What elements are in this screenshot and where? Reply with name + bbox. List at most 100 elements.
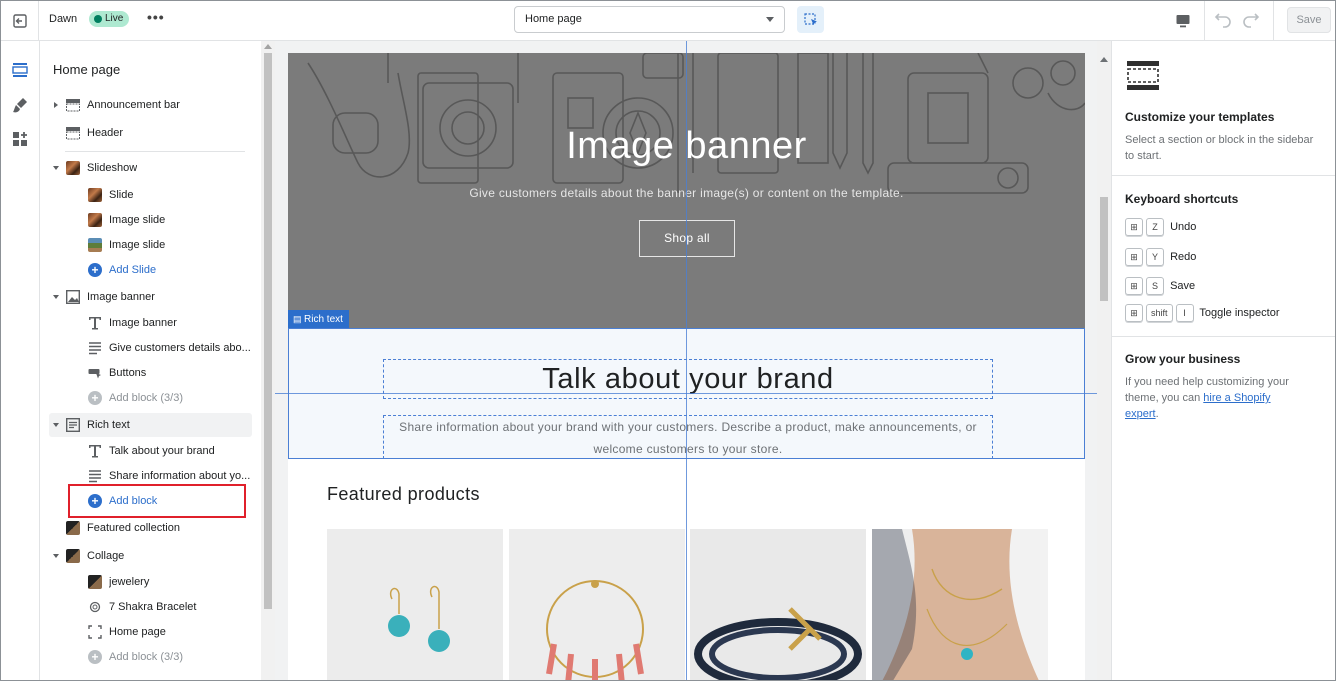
product-card[interactable] bbox=[509, 529, 685, 680]
windows-key-icon: ⊞ bbox=[1125, 277, 1143, 296]
toolbar-divider bbox=[1273, 1, 1274, 41]
redo-button[interactable] bbox=[1241, 9, 1263, 31]
sidebar-block-image-slide[interactable]: Image slide bbox=[49, 208, 252, 232]
theme-settings-tab[interactable] bbox=[6, 91, 34, 119]
product-card[interactable] bbox=[690, 529, 866, 680]
product-image-anchor-bracelet bbox=[690, 529, 866, 680]
horizontal-guide-line bbox=[275, 393, 1111, 394]
desktop-icon bbox=[1176, 15, 1190, 28]
sidebar-section-rich-text[interactable]: Rich text bbox=[49, 413, 252, 437]
sidebar-section-image-banner[interactable]: Image banner bbox=[49, 285, 252, 309]
save-button[interactable]: Save bbox=[1287, 7, 1331, 33]
apps-icon bbox=[13, 132, 27, 146]
page-selector[interactable]: Home page bbox=[514, 6, 785, 33]
sidebar-scrollbar[interactable] bbox=[261, 41, 275, 680]
undo-button[interactable] bbox=[1213, 9, 1235, 31]
section-tag-rich-text[interactable]: ▤ Rich text bbox=[288, 310, 349, 328]
sidebar-block-page[interactable]: Home page bbox=[49, 620, 252, 644]
shortcut-label: Toggle inspector bbox=[1199, 307, 1280, 319]
desktop-view-button[interactable] bbox=[1169, 9, 1197, 33]
add-slide-button[interactable]: + Add Slide bbox=[49, 258, 252, 282]
sidebar-item-label: 7 Shakra Bracelet bbox=[109, 601, 197, 613]
key-cap: Y bbox=[1146, 248, 1164, 267]
text-icon bbox=[89, 317, 101, 330]
sidebar-title: Home page bbox=[53, 62, 121, 77]
paragraph-icon bbox=[89, 342, 101, 355]
right-panel: Customize your templates Select a sectio… bbox=[1111, 41, 1335, 680]
sidebar-item-label: Add Slide bbox=[109, 264, 157, 276]
top-bar: Dawn Live ••• Home page Save bbox=[1, 1, 1335, 41]
add-block-button-disabled[interactable]: + Add block (3/3) bbox=[49, 645, 252, 669]
sidebar-divider bbox=[65, 151, 245, 152]
sidebar-item-label: Image banner bbox=[87, 291, 155, 303]
rich-text-icon: ▤ bbox=[293, 314, 305, 324]
scrollbar-thumb[interactable] bbox=[264, 53, 272, 609]
grow-text-after: . bbox=[1155, 408, 1159, 420]
customize-text: Select a section or block in the sidebar… bbox=[1125, 134, 1314, 162]
sidebar-block-heading[interactable]: Image banner bbox=[49, 311, 252, 335]
chevron-down-icon[interactable] bbox=[53, 423, 59, 427]
product-card[interactable] bbox=[327, 529, 503, 680]
sidebar-item-label: Rich text bbox=[87, 419, 130, 431]
sidebar-section-featured-collection[interactable]: Featured collection bbox=[49, 516, 252, 540]
sidebar-item-label: Collage bbox=[87, 550, 125, 562]
inspector-toggle-button[interactable] bbox=[797, 6, 824, 33]
sections-tab[interactable] bbox=[6, 56, 34, 84]
chevron-down-icon[interactable] bbox=[53, 554, 59, 558]
add-block-button-disabled[interactable]: + Add block (3/3) bbox=[49, 386, 252, 410]
sidebar-section-announcement-bar[interactable]: Announcement bar bbox=[49, 93, 252, 117]
exit-icon bbox=[12, 14, 27, 28]
scrollbar-thumb[interactable] bbox=[1100, 197, 1108, 301]
center-guide-line bbox=[686, 41, 687, 680]
exit-editor-button[interactable] bbox=[1, 1, 39, 41]
product-card[interactable] bbox=[872, 529, 1048, 680]
sidebar-block-collection[interactable]: jewelery bbox=[49, 570, 252, 594]
sidebar-item-label: Give customers details abo... bbox=[109, 342, 251, 354]
layout-top-icon bbox=[66, 127, 80, 140]
product-image-necklace bbox=[872, 529, 1048, 680]
theme-name: Dawn bbox=[49, 13, 78, 25]
landscape-thumbnail bbox=[88, 238, 102, 252]
more-actions-button[interactable]: ••• bbox=[147, 9, 165, 25]
sidebar-item-label: Featured collection bbox=[87, 522, 180, 534]
product-image-earrings bbox=[327, 529, 503, 680]
rich-text-body[interactable]: Share information about your brand with … bbox=[383, 415, 993, 459]
sidebar-section-collage[interactable]: Collage bbox=[49, 544, 252, 568]
sidebar-block-heading[interactable]: Talk about your brand bbox=[49, 439, 252, 463]
template-icon bbox=[1127, 61, 1159, 90]
paragraph-icon bbox=[89, 470, 101, 483]
sidebar-block-buttons[interactable]: Buttons bbox=[49, 361, 252, 385]
preview-canvas: Image banner Give customers details abou… bbox=[275, 41, 1111, 680]
image-thumbnail bbox=[88, 188, 102, 202]
sidebar-block-slide[interactable]: Slide bbox=[49, 183, 252, 207]
plus-circle-icon: + bbox=[88, 650, 102, 664]
preview-scrollbar[interactable] bbox=[1097, 41, 1111, 680]
featured-products-title[interactable]: Featured products bbox=[327, 484, 480, 505]
shop-all-button[interactable]: Shop all bbox=[639, 220, 735, 257]
collection-thumbnail bbox=[66, 549, 80, 563]
sections-sidebar: Home page Announcement bar Header Slides… bbox=[41, 41, 261, 680]
sidebar-block-text[interactable]: Give customers details abo... bbox=[49, 336, 252, 360]
collection-thumbnail bbox=[66, 521, 80, 535]
scroll-up-arrow-icon[interactable] bbox=[264, 44, 272, 49]
sidebar-item-label: Image banner bbox=[109, 317, 177, 329]
chevron-right-icon[interactable] bbox=[54, 102, 58, 108]
windows-key-icon: ⊞ bbox=[1125, 248, 1143, 267]
sidebar-block-image-slide[interactable]: Image slide bbox=[49, 233, 252, 257]
apps-tab[interactable] bbox=[6, 125, 34, 153]
live-status-badge: Live bbox=[89, 11, 130, 27]
plus-circle-icon: + bbox=[88, 263, 102, 277]
chevron-down-icon[interactable] bbox=[53, 295, 59, 299]
inspector-cursor-icon bbox=[803, 12, 817, 25]
collection-thumbnail bbox=[88, 575, 102, 589]
chevron-down-icon[interactable] bbox=[53, 166, 59, 170]
frame-icon bbox=[88, 625, 102, 639]
sidebar-block-product[interactable]: 7 Shakra Bracelet bbox=[49, 595, 252, 619]
redo-icon bbox=[1243, 13, 1260, 28]
sidebar-section-header[interactable]: Header bbox=[49, 121, 252, 145]
key-cap: Z bbox=[1146, 218, 1164, 237]
sidebar-section-slideshow[interactable]: Slideshow bbox=[49, 156, 252, 180]
windows-key-icon: ⊞ bbox=[1125, 218, 1143, 237]
left-rail bbox=[1, 41, 40, 680]
scroll-up-arrow-icon[interactable] bbox=[1100, 57, 1108, 62]
